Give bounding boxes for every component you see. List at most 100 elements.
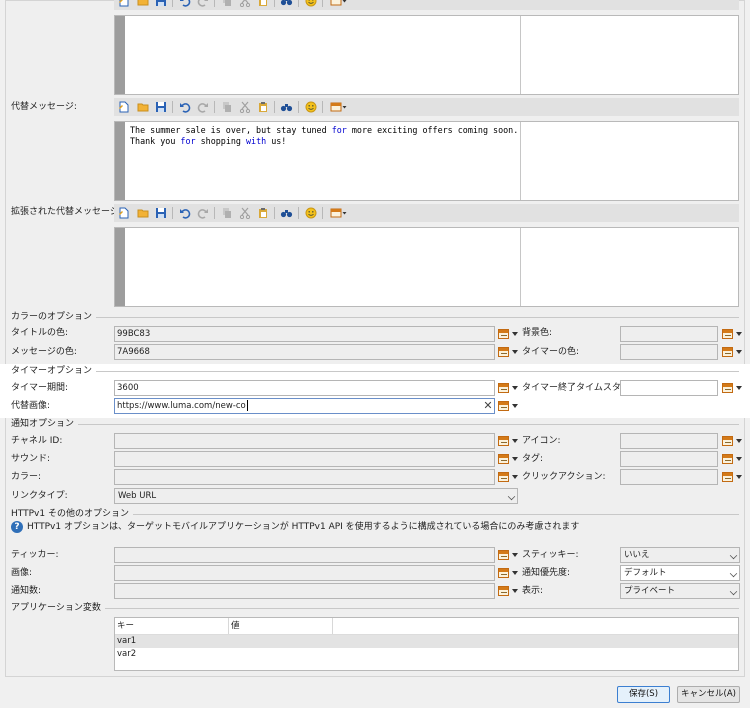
paste-icon[interactable] <box>256 0 270 8</box>
title-color-expression-button[interactable] <box>498 326 520 342</box>
color-input[interactable] <box>114 469 495 485</box>
timer-color-input[interactable] <box>620 344 718 360</box>
redo-icon[interactable] <box>196 0 210 8</box>
copy-icon[interactable] <box>220 100 234 114</box>
find-icon[interactable] <box>279 206 293 220</box>
chevron-down-icon <box>512 475 518 479</box>
copy-icon[interactable] <box>220 0 234 8</box>
image-input[interactable] <box>114 565 495 581</box>
httpv1-options-section: HTTPv1 その他のオプション <box>11 508 133 520</box>
timer-end-timestamp-input[interactable] <box>620 380 718 396</box>
timer-end-timestamp-expression-button[interactable] <box>722 380 744 396</box>
tag-input[interactable] <box>620 451 718 467</box>
message-editor-1[interactable] <box>114 15 739 95</box>
cut-icon[interactable] <box>238 206 252 220</box>
emoji-icon[interactable] <box>304 100 318 114</box>
alt-message-label: 代替メッセージ: <box>11 102 77 112</box>
tag-expression-button[interactable] <box>722 451 744 467</box>
paste-icon[interactable] <box>256 206 270 220</box>
open-folder-icon[interactable] <box>136 206 150 220</box>
redo-icon[interactable] <box>196 206 210 220</box>
link-type-select[interactable]: Web URL <box>114 488 518 504</box>
insert-field-icon[interactable] <box>329 100 347 114</box>
open-folder-icon[interactable] <box>136 0 150 8</box>
priority-select[interactable]: デフォルト <box>620 565 740 581</box>
icon-input[interactable] <box>620 433 718 449</box>
save-button[interactable]: 保存(S) <box>617 686 670 703</box>
emoji-icon[interactable] <box>304 206 318 220</box>
alt-image-input[interactable]: https://www.luma.com/new-co <box>114 398 495 414</box>
color-label: カラー: <box>11 472 42 482</box>
emoji-icon[interactable] <box>304 0 318 8</box>
chevron-down-icon <box>729 587 738 596</box>
open-folder-icon[interactable] <box>136 100 150 114</box>
notification-count-label: 通知数: <box>11 586 42 596</box>
color-expression-button[interactable] <box>498 469 520 485</box>
channel-id-expression-button[interactable] <box>498 433 520 449</box>
column-header-key[interactable]: キー <box>115 618 229 634</box>
timer-duration-input[interactable]: 3600 <box>114 380 495 396</box>
sticky-select[interactable]: いいえ <box>620 547 740 563</box>
cut-icon[interactable] <box>238 0 252 8</box>
insert-field-icon[interactable] <box>329 0 347 8</box>
new-file-icon[interactable] <box>117 206 131 220</box>
insert-field-icon[interactable] <box>329 206 347 220</box>
timer-color-expression-button[interactable] <box>722 344 744 360</box>
channel-id-input[interactable] <box>114 433 495 449</box>
click-action-input[interactable] <box>620 469 718 485</box>
app-variables-table[interactable]: キー 値 var1 var2 <box>114 617 739 671</box>
new-file-icon[interactable] <box>117 100 131 114</box>
toolbar-separator <box>322 207 323 219</box>
timer-duration-expression-button[interactable] <box>498 380 520 396</box>
new-file-icon[interactable] <box>117 0 131 8</box>
notification-count-input[interactable] <box>114 583 495 599</box>
title-color-input[interactable]: 99BC83 <box>114 326 495 342</box>
save-icon[interactable] <box>154 0 168 8</box>
undo-icon[interactable] <box>178 206 192 220</box>
toolbar-separator <box>322 0 323 7</box>
table-row[interactable]: var1 <box>115 635 738 648</box>
column-header-value[interactable]: 値 <box>229 618 333 634</box>
click-action-expression-button[interactable] <box>722 469 744 485</box>
find-icon[interactable] <box>279 100 293 114</box>
save-icon[interactable] <box>154 206 168 220</box>
chevron-down-icon <box>736 475 742 479</box>
visibility-select[interactable]: プライベート <box>620 583 740 599</box>
sound-label: サウンド: <box>11 454 51 464</box>
cut-icon[interactable] <box>238 100 252 114</box>
expression-icon <box>498 401 509 411</box>
background-color-input[interactable] <box>620 326 718 342</box>
background-color-expression-button[interactable] <box>722 326 744 342</box>
chevron-down-icon <box>736 439 742 443</box>
sound-expression-button[interactable] <box>498 451 520 467</box>
message-color-input[interactable]: 7A9668 <box>114 344 495 360</box>
expression-icon <box>722 472 733 482</box>
message-color-expression-button[interactable] <box>498 344 520 360</box>
icon-expression-button[interactable] <box>722 433 744 449</box>
alt-message-text[interactable]: The summer sale is over, but stay tuned … <box>130 125 518 147</box>
clear-icon[interactable]: ✕ <box>483 400 493 412</box>
cancel-button[interactable]: キャンセル(A) <box>677 686 740 703</box>
image-expression-button[interactable] <box>498 565 520 581</box>
info-icon: ? <box>11 521 23 533</box>
paste-icon[interactable] <box>256 100 270 114</box>
alt-message-editor[interactable]: The summer sale is over, but stay tuned … <box>114 121 739 201</box>
sound-input[interactable] <box>114 451 495 467</box>
find-icon[interactable] <box>279 0 293 8</box>
undo-icon[interactable] <box>178 100 192 114</box>
table-row[interactable]: var2 <box>115 648 738 661</box>
save-icon[interactable] <box>154 100 168 114</box>
alt-image-expression-button[interactable] <box>498 398 520 414</box>
copy-icon[interactable] <box>220 206 234 220</box>
color-options-section: カラーのオプション <box>11 311 97 323</box>
undo-icon[interactable] <box>178 0 192 8</box>
editor-toolbar-3 <box>114 204 739 222</box>
notification-count-expression-button[interactable] <box>498 583 520 599</box>
ticker-input[interactable] <box>114 547 495 563</box>
tag-label: タグ: <box>522 454 544 464</box>
alt-image-label: 代替画像: <box>11 401 51 411</box>
extended-alt-message-editor[interactable] <box>114 227 739 307</box>
redo-icon[interactable] <box>196 100 210 114</box>
ticker-expression-button[interactable] <box>498 547 520 563</box>
message-color-label: メッセージの色: <box>11 347 77 357</box>
